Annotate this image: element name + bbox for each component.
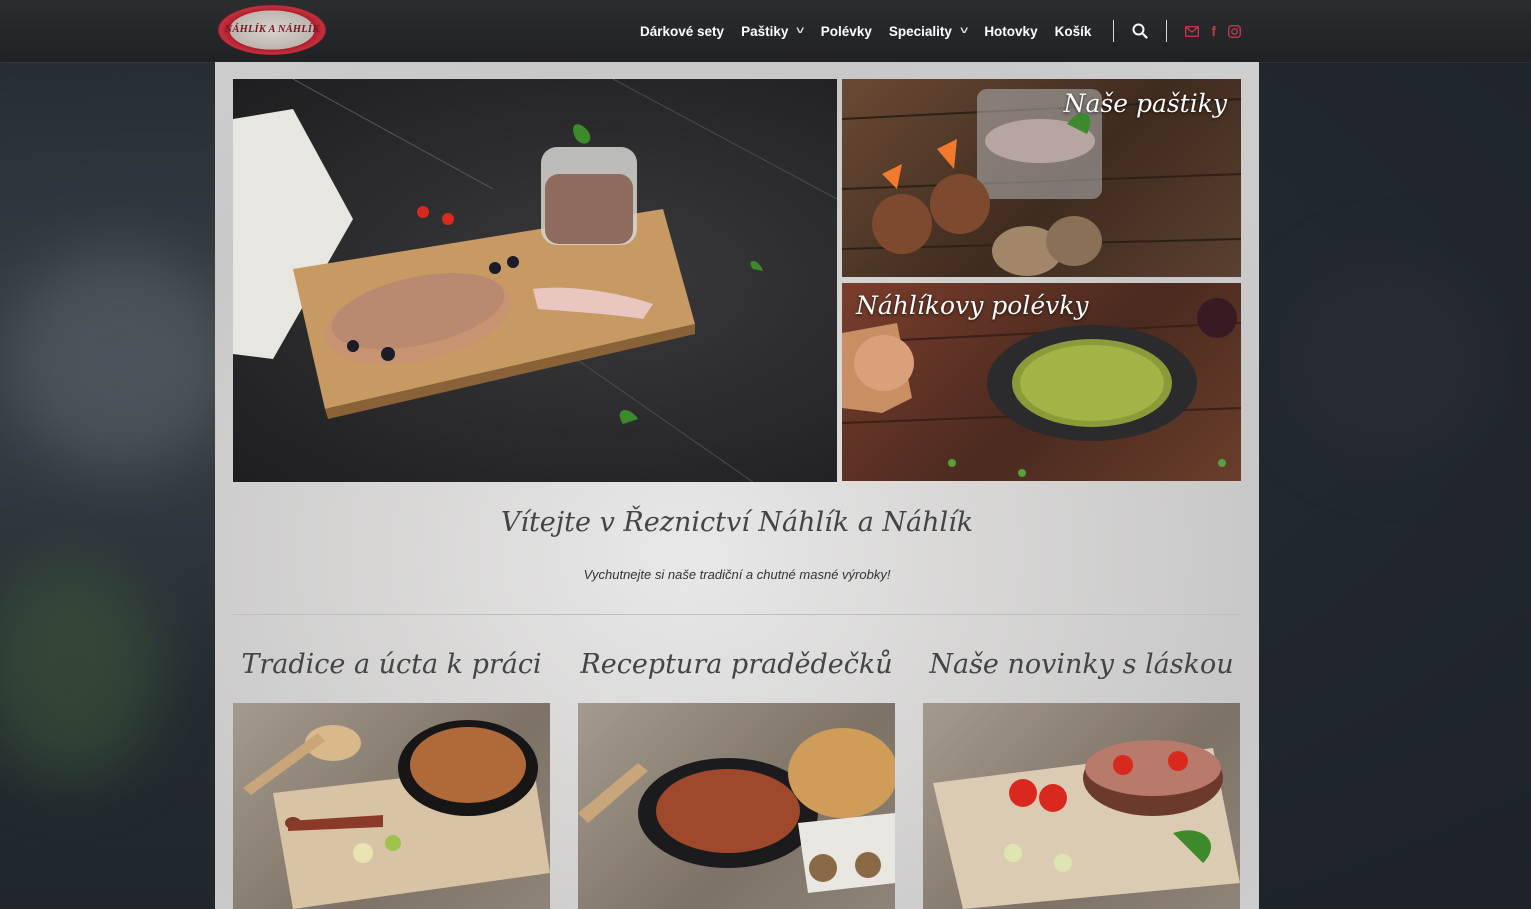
hero-main-image[interactable]: [233, 79, 837, 482]
content-panel: Naše paštiky Náhlíkovy polévky Vítejte v…: [215, 62, 1259, 909]
chevron-down-icon: ˅: [796, 25, 805, 37]
background-blur: [10, 250, 230, 470]
logo-text: NÁHLÍK A NÁHLÍK: [224, 23, 320, 35]
nav-item-speciality[interactable]: Speciality ˅: [888, 23, 969, 39]
nav-item-darkove-sety[interactable]: Dárkové sety: [640, 24, 724, 39]
nav-item-polevky[interactable]: Polévky: [821, 24, 872, 39]
chevron-down-icon: ˅: [959, 25, 969, 37]
social-links: f: [1173, 23, 1242, 39]
envelope-icon[interactable]: [1185, 25, 1200, 37]
nav-item-kosik[interactable]: Košík: [1055, 24, 1092, 39]
hero-polevky-image[interactable]: Náhlíkovy polévky: [842, 283, 1241, 481]
hero-pastiky-caption: Naše paštiky: [1063, 89, 1227, 118]
column-image-tradice[interactable]: [233, 703, 550, 909]
nav-item-pastiky[interactable]: Paštiky ˅: [741, 23, 805, 39]
meatloaf-photo: [933, 740, 1240, 909]
nav-item-hotovky[interactable]: Hotovky: [984, 24, 1037, 39]
search-icon[interactable]: [1132, 23, 1148, 39]
nav-label: Dárkové sety: [640, 23, 725, 39]
nav-label: Polévky: [820, 23, 872, 39]
instagram-icon[interactable]: [1228, 24, 1242, 38]
nav-label: Paštiky: [741, 23, 789, 39]
stew-photo: [578, 728, 895, 893]
column-title-tradice: Tradice a úcta k práci: [241, 649, 542, 680]
nav-label: Hotovky: [984, 23, 1038, 39]
goulash-soup-photo: [243, 720, 550, 909]
welcome-title: Vítejte v Řeznictví Náhlík a Náhlík: [500, 507, 974, 538]
top-navbar: NÁHLÍK A NÁHLÍK Dárkové sety Paštiky ˅ Po…: [0, 0, 1531, 62]
background-blur: [1290, 260, 1490, 460]
hero-pastiky-image[interactable]: Naše paštiky: [842, 79, 1241, 277]
facebook-icon[interactable]: f: [1211, 23, 1216, 39]
nav-label: Speciality: [888, 23, 952, 39]
column-title-novinky: Naše novinky s láskou: [929, 649, 1234, 680]
welcome-subtitle: Vychutnejte si naše tradiční a chutné ma…: [583, 567, 891, 582]
column-image-receptura[interactable]: [578, 703, 895, 909]
site-logo[interactable]: NÁHLÍK A NÁHLÍK: [218, 5, 326, 55]
column-title-receptura: Receptura pradědečků: [580, 649, 893, 680]
nav-divider: [1166, 20, 1168, 42]
section-divider: [233, 614, 1241, 615]
column-image-novinky[interactable]: [923, 703, 1240, 909]
main-nav: Dárkové sety Paštiky ˅ Polévky Speciality…: [640, 0, 1242, 62]
nav-label: Košík: [1054, 23, 1092, 39]
background-blur: [0, 560, 160, 780]
nav-divider: [1113, 20, 1115, 42]
pate-board-photo: [233, 79, 837, 482]
hero-polevky-caption: Náhlíkovy polévky: [856, 291, 1089, 320]
